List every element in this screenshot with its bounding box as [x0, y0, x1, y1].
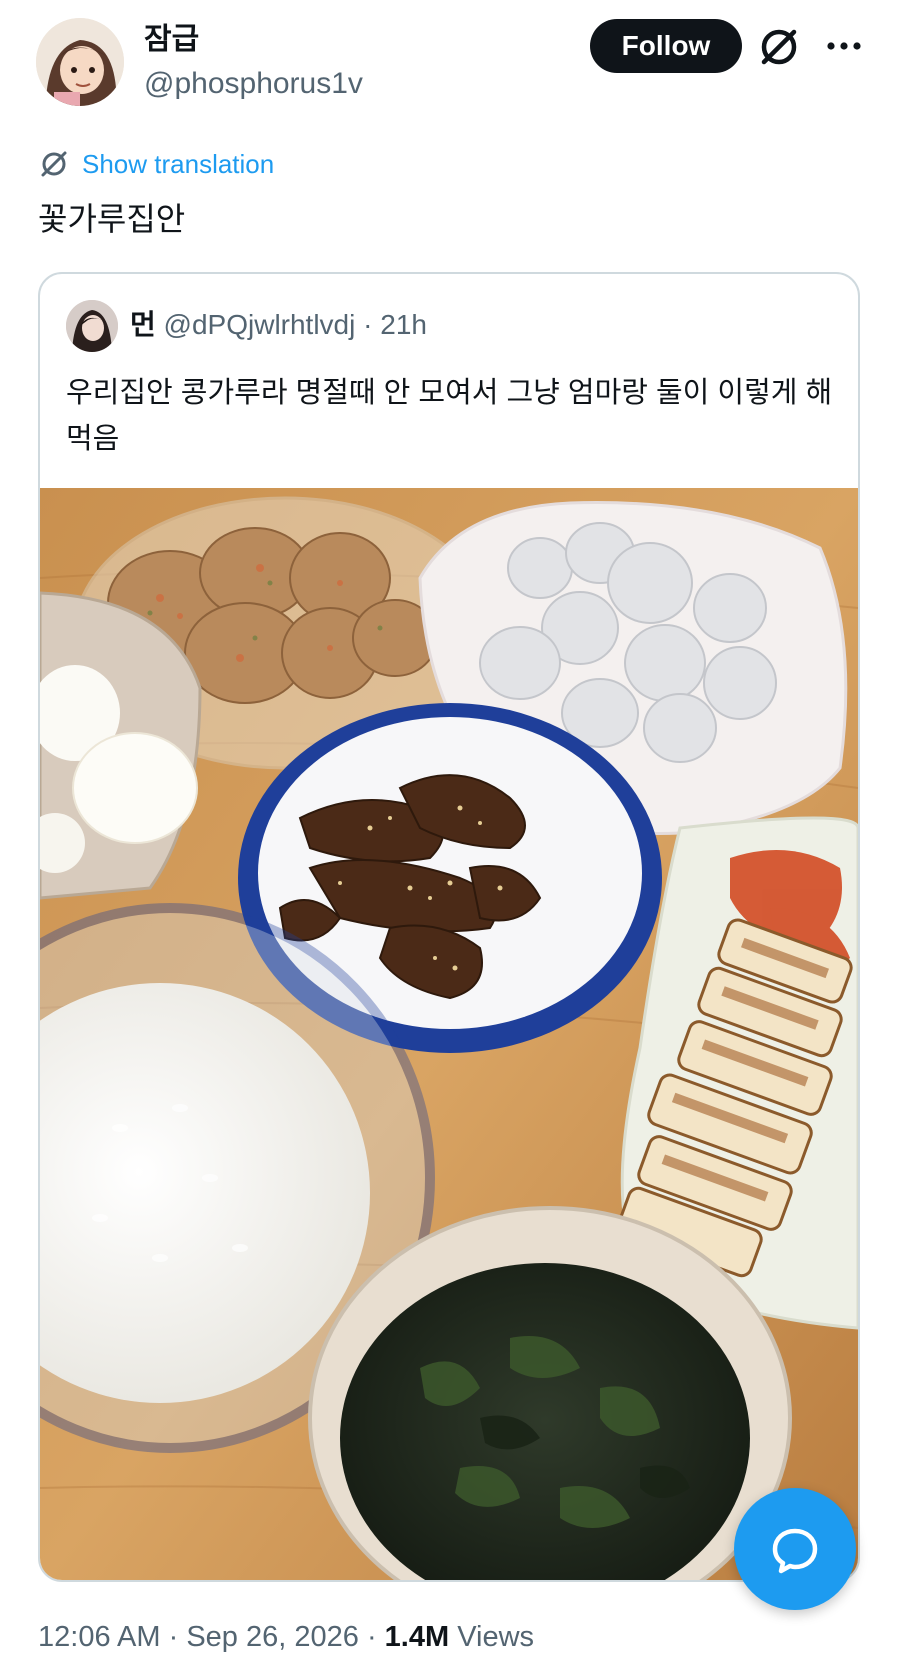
- author-avatar[interactable]: [36, 18, 124, 106]
- more-options-button[interactable]: [822, 26, 866, 66]
- author-handle[interactable]: @phosphorus1v: [144, 66, 363, 102]
- cartoon-avatar-icon: [36, 18, 124, 106]
- meta-separator: ·: [366, 1621, 377, 1653]
- tweet-date[interactable]: Sep 26, 2026: [186, 1621, 359, 1653]
- quoted-tweet-card[interactable]: 먼 @dPQjwlrhtlvdj · 21h 우리집안 콩가루라 명절때 안 모…: [38, 272, 860, 1582]
- grok-icon: [41, 151, 67, 177]
- quote-author-avatar[interactable]: [66, 300, 118, 352]
- grok-icon: [761, 29, 797, 65]
- person-avatar-icon: [66, 300, 118, 352]
- tweet-time[interactable]: 12:06 AM: [38, 1621, 161, 1653]
- views-count[interactable]: 1.4M: [385, 1621, 449, 1653]
- tweet-meta-row: 12:06 AM · Sep 26, 2026 · 1.4M Views: [38, 1618, 534, 1656]
- message-fab-button[interactable]: [734, 1488, 856, 1610]
- quote-time: 21h: [380, 309, 427, 340]
- quote-photo[interactable]: [40, 488, 858, 1582]
- quote-separator: ·: [363, 309, 373, 340]
- quote-header: 먼 @dPQjwlrhtlvdj · 21h: [130, 306, 427, 344]
- meta-separator: ·: [168, 1621, 179, 1653]
- quote-author-name[interactable]: 먼: [130, 309, 156, 340]
- author-display-name[interactable]: 잠급: [144, 20, 199, 60]
- quote-author-handle[interactable]: @dPQjwlrhtlvdj: [164, 309, 356, 340]
- quote-text: 우리집안 콩가루라 명절때 안 모여서 그냥 엄마랑 둘이 이렇게 해먹음: [66, 377, 833, 455]
- show-translation-link[interactable]: Show translation: [38, 146, 274, 182]
- message-bubble-icon: [772, 1528, 818, 1574]
- grok-button[interactable]: [756, 24, 802, 70]
- tweet-text: 꽃가루집안: [38, 201, 186, 237]
- follow-button[interactable]: Follow: [590, 19, 742, 73]
- more-icon: [827, 42, 861, 50]
- views-label: Views: [457, 1621, 535, 1653]
- show-translation-label: Show translation: [82, 149, 275, 179]
